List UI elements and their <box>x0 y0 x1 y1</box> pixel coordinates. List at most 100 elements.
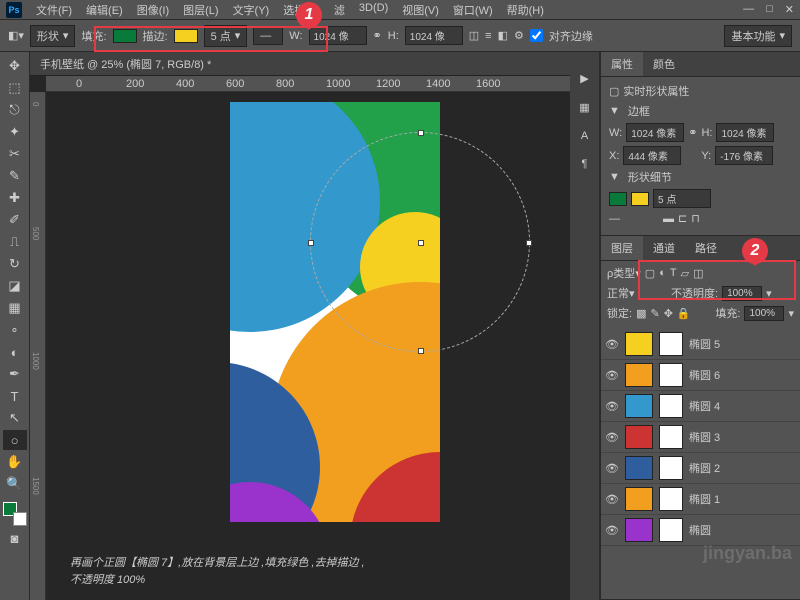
align-edges-label: 对齐边缘 <box>549 28 593 44</box>
visibility-icon[interactable]: 👁 <box>605 462 619 475</box>
crop-tool[interactable]: ✂ <box>3 144 27 164</box>
prop-y-input[interactable]: -176 像素 <box>715 146 773 165</box>
stroke-align-icon[interactable]: ▬ <box>663 213 674 225</box>
window-controls: — □ ✕ <box>743 3 794 16</box>
menu-view[interactable]: 视图(V) <box>396 0 445 20</box>
link-wh-icon[interactable]: ⚭ <box>373 29 382 42</box>
document-tab[interactable]: 手机壁纸 @ 25% (椭圆 7, RGB/8) * <box>30 52 570 76</box>
path-select-tool[interactable]: ↖ <box>3 408 27 428</box>
prop-w-input[interactable]: 1024 像素 <box>626 123 684 142</box>
properties-panel: 属性 颜色 ▢实时形状属性 ▼边框 W:1024 像素⚭H:1024 像素 X:… <box>601 52 800 236</box>
visibility-icon[interactable]: 👁 <box>605 400 619 413</box>
app-logo: Ps <box>6 2 22 18</box>
canvas-area: 手机壁纸 @ 25% (椭圆 7, RGB/8) * 0200400600800… <box>30 52 570 600</box>
menu-filter[interactable]: 滤 <box>328 0 351 20</box>
props-title: 实时形状属性 <box>623 83 689 99</box>
stroke-join-icon[interactable]: ⊓ <box>691 212 700 225</box>
tab-paths[interactable]: 路径 <box>685 236 727 260</box>
quickmask-icon[interactable]: ◙ <box>3 528 27 548</box>
layer-row[interactable]: 👁椭圆 5 <box>601 329 800 360</box>
prop-h-input[interactable]: 1024 像素 <box>716 123 774 142</box>
visibility-icon[interactable]: 👁 <box>605 493 619 506</box>
workspace-select[interactable]: 基本功能▾ <box>724 25 792 47</box>
shape-tool[interactable]: ○ <box>3 430 27 450</box>
menu-file[interactable]: 文件(F) <box>30 0 78 20</box>
menu-3d[interactable]: 3D(D) <box>353 0 394 20</box>
visibility-icon[interactable]: 👁 <box>605 524 619 537</box>
color-swatches[interactable] <box>3 502 27 526</box>
menu-window[interactable]: 窗口(W) <box>447 0 499 20</box>
minimize-icon[interactable]: — <box>743 3 754 16</box>
eraser-tool[interactable]: ◪ <box>3 276 27 296</box>
arrange-icon[interactable]: ◧ <box>498 29 508 42</box>
gear-icon[interactable]: ⚙ <box>514 29 524 42</box>
wand-tool[interactable]: ✦ <box>3 122 27 142</box>
history-brush-tool[interactable]: ↻ <box>3 254 27 274</box>
menu-type[interactable]: 文字(Y) <box>227 0 276 20</box>
visibility-icon[interactable]: 👁 <box>605 369 619 382</box>
prop-fill-swatch[interactable] <box>609 192 627 206</box>
marquee-tool[interactable]: ⬚ <box>3 78 27 98</box>
lasso-tool[interactable]: ⎋ <box>3 100 27 120</box>
stroke-type[interactable]: — <box>609 213 659 225</box>
layer-row[interactable]: 👁椭圆 <box>601 515 800 546</box>
lock-pos-icon[interactable]: ✥ <box>664 307 673 320</box>
lock-trans-icon[interactable]: ▩ <box>636 307 646 320</box>
align-icon[interactable]: ≡ <box>485 30 491 42</box>
tab-color[interactable]: 颜色 <box>643 52 685 76</box>
hand-tool[interactable]: ✋ <box>3 452 27 472</box>
tab-layers[interactable]: 图层 <box>601 236 643 260</box>
dock-para-icon[interactable]: ¶ <box>582 158 588 170</box>
h-label: H: <box>388 30 399 42</box>
zoom-tool[interactable]: 🔍 <box>3 474 27 494</box>
maximize-icon[interactable]: □ <box>766 3 773 16</box>
menu-edit[interactable]: 编辑(E) <box>80 0 129 20</box>
menu-layer[interactable]: 图层(L) <box>177 0 224 20</box>
annotation-box-2 <box>638 260 796 300</box>
lock-all-icon[interactable]: 🔒 <box>677 307 691 320</box>
pen-tool[interactable]: ✒ <box>3 364 27 384</box>
menu-help[interactable]: 帮助(H) <box>501 0 550 20</box>
lock-paint-icon[interactable]: ✎ <box>650 307 659 320</box>
heal-tool[interactable]: ✚ <box>3 188 27 208</box>
fill-input[interactable]: 100% <box>744 306 784 321</box>
tool-preset-icon[interactable]: ◧▾ <box>8 29 24 42</box>
ruler-horizontal: 02004006008001000120014001600 <box>46 76 570 92</box>
shape-mode-select[interactable]: 形状▾ <box>30 25 76 47</box>
stamp-tool[interactable]: ⎍ <box>3 232 27 252</box>
dock-char-icon[interactable]: A <box>581 130 588 142</box>
stroke-cap-icon[interactable]: ⊏ <box>678 212 687 225</box>
prop-stroke-w[interactable]: 5 点 <box>653 189 711 208</box>
move-tool[interactable]: ✥ <box>3 56 27 76</box>
tab-properties[interactable]: 属性 <box>601 52 643 76</box>
eyedropper-tool[interactable]: ✎ <box>3 166 27 186</box>
tab-channels[interactable]: 通道 <box>643 236 685 260</box>
prop-stroke-swatch[interactable] <box>631 192 649 206</box>
prop-x-input[interactable]: 444 像素 <box>623 146 681 165</box>
dock-history-icon[interactable]: ▶ <box>580 72 588 85</box>
link-icon[interactable]: ⚭ <box>688 126 697 139</box>
dodge-tool[interactable]: ◐ <box>3 342 27 362</box>
layer-row[interactable]: 👁椭圆 2 <box>601 453 800 484</box>
type-tool[interactable]: T <box>3 386 27 406</box>
gradient-tool[interactable]: ▦ <box>3 298 27 318</box>
align-edges-checkbox[interactable] <box>530 29 543 42</box>
layer-row[interactable]: 👁椭圆 4 <box>601 391 800 422</box>
layer-row[interactable]: 👁椭圆 3 <box>601 422 800 453</box>
layer-row[interactable]: 👁椭圆 1 <box>601 484 800 515</box>
main-menu: 文件(F) 编辑(E) 图像(I) 图层(L) 文字(Y) 选择(S) 滤 3D… <box>30 0 550 20</box>
menu-image[interactable]: 图像(I) <box>131 0 175 20</box>
visibility-icon[interactable]: 👁 <box>605 431 619 444</box>
brush-tool[interactable]: ✐ <box>3 210 27 230</box>
blur-tool[interactable]: ∘ <box>3 320 27 340</box>
annotation-marker-1: 1 <box>296 2 322 28</box>
layer-row[interactable]: 👁椭圆 6 <box>601 360 800 391</box>
close-icon[interactable]: ✕ <box>785 3 794 16</box>
height-input[interactable]: 1024 像 <box>405 26 463 45</box>
shape-props-icon: ▢ <box>609 85 619 98</box>
dock-swatches-icon[interactable]: ▦ <box>579 101 589 114</box>
filter-kind[interactable]: ρ类型▾ <box>607 265 641 281</box>
visibility-icon[interactable]: 👁 <box>605 338 619 351</box>
path-ops-icon[interactable]: ◫ <box>469 29 479 42</box>
selection-outline[interactable] <box>310 132 530 352</box>
